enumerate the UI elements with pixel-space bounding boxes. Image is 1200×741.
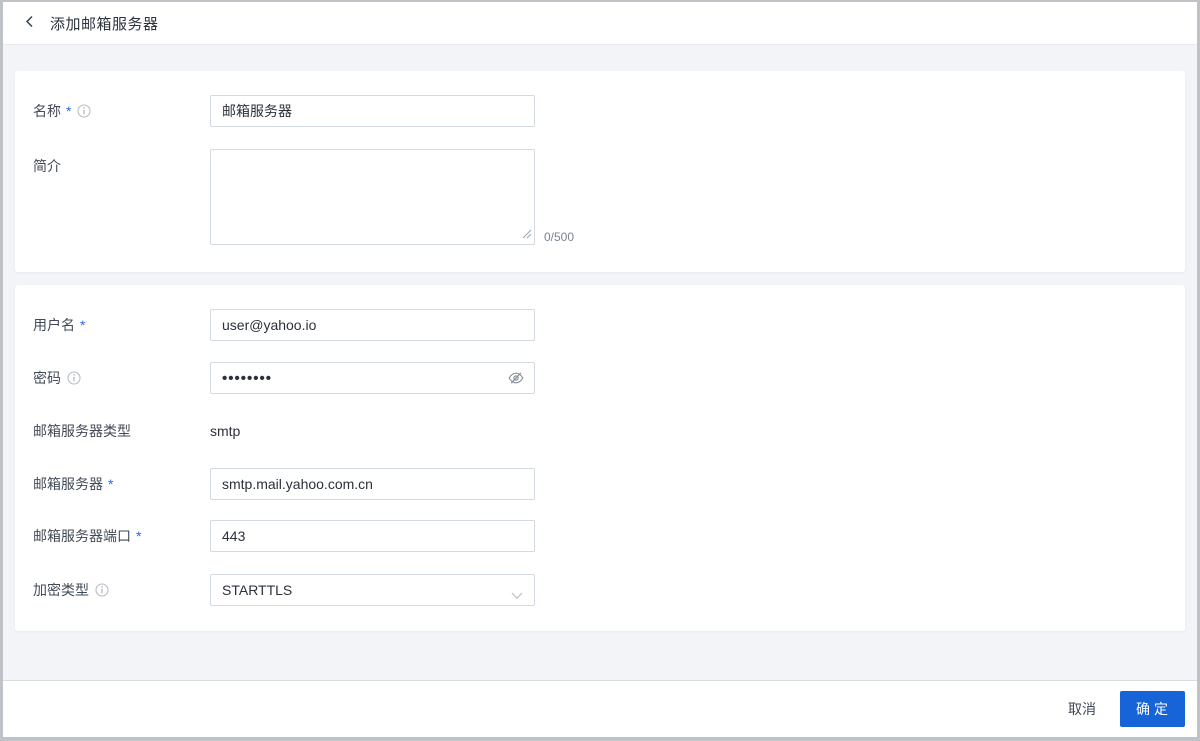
info-icon[interactable] xyxy=(77,104,92,118)
required-mark: * xyxy=(136,528,142,544)
name-label: 名称 * xyxy=(33,95,210,127)
password-field-row: 密码 xyxy=(33,362,1167,394)
eye-off-icon[interactable] xyxy=(507,369,525,387)
password-input-wrap xyxy=(210,362,535,394)
intro-label: 简介 xyxy=(33,158,61,174)
required-mark: * xyxy=(80,317,86,333)
server-input[interactable] xyxy=(210,468,535,500)
intro-textarea[interactable] xyxy=(210,149,535,245)
encryption-select[interactable]: STARTTLS xyxy=(210,574,535,606)
username-field-row: 用户名 * xyxy=(33,309,1167,341)
confirm-button[interactable]: 确定 xyxy=(1120,691,1185,727)
password-input[interactable] xyxy=(210,362,535,394)
name-input[interactable] xyxy=(210,95,535,127)
required-mark: * xyxy=(108,476,114,492)
page-frame: 添加邮箱服务器 名称 * 简介 0/500 xyxy=(0,0,1200,741)
info-icon[interactable] xyxy=(67,371,81,385)
password-label: 密码 xyxy=(33,362,210,394)
name-field-row: 名称 * xyxy=(33,95,1167,127)
encryption-field-row: 加密类型 STARTTLS xyxy=(33,574,1167,606)
server-type-label: 邮箱服务器类型 xyxy=(33,423,131,439)
back-button[interactable] xyxy=(23,14,38,32)
char-counter: 0/500 xyxy=(544,230,575,244)
server-field-row: 邮箱服务器 * xyxy=(33,468,1167,500)
cancel-button[interactable]: 取消 xyxy=(1062,691,1102,727)
port-input[interactable] xyxy=(210,520,535,552)
basic-info-card: 名称 * 简介 0/500 xyxy=(15,71,1185,272)
port-label: 邮箱服务器端口 * xyxy=(33,520,210,552)
page-header: 添加邮箱服务器 xyxy=(3,2,1197,45)
encryption-label: 加密类型 xyxy=(33,574,210,606)
server-settings-card: 用户名 * 密码 邮箱服务器类型 smtp xyxy=(15,285,1185,631)
chevron-down-icon xyxy=(511,587,523,603)
server-type-row: 邮箱服务器类型 smtp xyxy=(33,421,1167,441)
port-field-row: 邮箱服务器端口 * xyxy=(33,520,1167,552)
required-mark: * xyxy=(66,103,72,119)
footer-action-bar: 取消 确定 xyxy=(3,680,1197,737)
username-input[interactable] xyxy=(210,309,535,341)
encryption-selected-value: STARTTLS xyxy=(222,582,293,598)
intro-field-row: 简介 0/500 xyxy=(33,149,1167,245)
page-title: 添加邮箱服务器 xyxy=(50,15,159,33)
username-label: 用户名 * xyxy=(33,309,210,341)
server-label: 邮箱服务器 * xyxy=(33,468,210,500)
intro-textarea-wrap xyxy=(210,149,535,245)
info-icon[interactable] xyxy=(95,583,109,597)
chevron-left-icon xyxy=(23,14,38,32)
server-type-value: smtp xyxy=(210,423,241,439)
